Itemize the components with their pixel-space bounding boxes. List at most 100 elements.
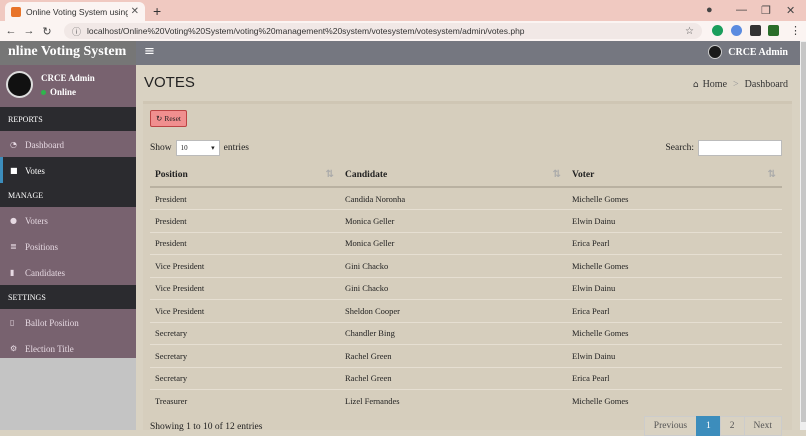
voter-cell: Michelle Gomes [567, 321, 782, 345]
tab-close-icon[interactable]: ✕ [131, 6, 139, 17]
url-text: localhost/Online%20Voting%20System/votin… [87, 26, 525, 36]
table-row: Secretary Chandler Bing Michelle Gomes [150, 321, 782, 345]
next-button[interactable]: Next [743, 416, 782, 436]
reload-icon[interactable]: ↻ [40, 25, 54, 38]
user-panel: CRCE Admin Online [0, 65, 136, 107]
pagination: Previous 1 2 Next [643, 416, 782, 436]
entries-length: Show 10 ▾ entries [150, 140, 249, 156]
sidebar-item-voters[interactable]: ● Voters [0, 207, 136, 233]
voter-cell: Erica Pearl [567, 231, 782, 255]
sidebar-item-candidates[interactable]: ▮ Candidates [0, 259, 136, 285]
page-2-button[interactable]: 2 [719, 416, 745, 436]
candidate-cell: Lizel Fernandes [340, 389, 567, 412]
column-voter[interactable]: Voter ⇅ [567, 163, 782, 188]
user-menu[interactable]: CRCE Admin [708, 45, 788, 59]
browser-toolbar: ← → ↻ ⓘ localhost/Online%20Voting%20Syst… [0, 21, 806, 41]
candidate-cell: Candida Noronha [340, 186, 567, 210]
scrollbar-thumb[interactable] [801, 42, 806, 422]
candidate-cell: Rachel Green [340, 344, 567, 367]
table-info: Showing 1 to 10 of 12 entries [150, 422, 263, 432]
user-card-icon: ▮ [10, 268, 15, 277]
voter-cell: Elwin Dainu [567, 276, 782, 300]
table-header-row: Position ⇅ Candidate ⇅ Voter ⇅ [150, 163, 782, 188]
new-tab-icon[interactable]: + [153, 3, 161, 19]
user-name: CRCE Admin [728, 46, 788, 58]
lock-icon: ■ [10, 166, 18, 175]
candidate-cell: Gini Chacko [340, 276, 567, 300]
breadcrumb-separator: > [733, 79, 739, 90]
table-row: President Candida Noronha Michelle Gomes [150, 186, 782, 210]
reset-button[interactable]: ↻ Reset [150, 110, 187, 127]
sort-icon: ⇅ [767, 169, 776, 180]
back-icon[interactable]: ← [4, 25, 18, 37]
breadcrumb-current: Dashboard [744, 79, 788, 90]
link-extension-icon[interactable] [731, 25, 742, 36]
browser-menu-icon[interactable]: ⋮ [790, 24, 801, 37]
sort-icon: ⇅ [325, 169, 334, 180]
section-manage: MANAGE [0, 183, 136, 207]
sidebar-toggle-icon[interactable]: ≡ [144, 44, 155, 59]
browser-tab[interactable]: Online Voting System using PHP ✕ [5, 2, 145, 21]
search-label: Search: [665, 143, 695, 153]
user-extension-icon[interactable] [768, 25, 779, 36]
candidate-cell: Monica Geller [340, 231, 567, 255]
voter-cell: Michelle Gomes [567, 389, 782, 412]
forward-icon[interactable]: → [22, 25, 36, 37]
refresh-icon: ↻ [156, 114, 163, 123]
position-cell: Secretary [150, 344, 340, 367]
section-settings: SETTINGS [0, 285, 136, 309]
voter-cell: Erica Pearl [567, 366, 782, 390]
restore-icon[interactable]: ❐ [761, 4, 771, 17]
bookmark-star-icon[interactable]: ☆ [685, 26, 694, 37]
sidebar-item-dashboard[interactable]: ◔ Dashboard [0, 131, 136, 157]
votes-box: ↻ Reset Show 10 ▾ entries Search: Position… [143, 101, 792, 436]
voter-cell: Elwin Dainu [567, 344, 782, 367]
profile-icon[interactable]: ● [706, 4, 713, 16]
voter-cell: Erica Pearl [567, 299, 782, 322]
section-reports: REPORTS [0, 107, 136, 131]
site-info-icon[interactable]: ⓘ [72, 25, 81, 38]
page-title: VOTES [144, 74, 195, 91]
column-candidate[interactable]: Candidate ⇅ [340, 163, 567, 188]
sidebar: CRCE Admin Online REPORTS ◔ Dashboard ■ Vo… [0, 65, 136, 430]
site-favicon-icon [11, 6, 21, 17]
voter-cell: Michelle Gomes [567, 254, 782, 277]
grammarly-extension-icon[interactable] [712, 25, 723, 36]
position-cell: Vice President [150, 276, 340, 300]
sidebar-item-votes[interactable]: ■ Votes [0, 157, 136, 183]
entries-select[interactable]: 10 ▾ [175, 140, 220, 156]
sidebar-item-positions[interactable]: ≣ Positions [0, 233, 136, 259]
app-header: nline Voting System ≡ CRCE Admin [0, 41, 806, 65]
position-cell: President [150, 186, 340, 210]
votes-table: Position ⇅ Candidate ⇅ Voter ⇅ President Can… [150, 163, 782, 412]
search-input[interactable] [698, 140, 782, 156]
page-1-button[interactable]: 1 [696, 416, 721, 436]
table-row: Treasurer Lizel Fernandes Michelle Gomes [150, 389, 782, 412]
home-icon[interactable]: ⌂ [693, 80, 699, 90]
candidate-cell: Sheldon Cooper [340, 299, 567, 322]
main-content: VOTES ⌂ Home > Dashboard ↻ Reset Show 10 ▾… [136, 65, 800, 436]
position-cell: President [150, 209, 340, 232]
previous-button[interactable]: Previous [643, 416, 698, 436]
position-cell: Vice President [150, 254, 340, 277]
minimize-icon[interactable]: — [736, 4, 747, 16]
avatar [708, 45, 723, 59]
entries-label: entries [223, 143, 249, 153]
breadcrumb: ⌂ Home > Dashboard [693, 79, 788, 90]
show-label: Show [150, 143, 172, 153]
candidate-cell: Rachel Green [340, 366, 567, 390]
voter-cell: Elwin Dainu [567, 209, 782, 232]
window-close-icon[interactable]: ✕ [786, 4, 795, 17]
online-dot-icon [41, 90, 46, 95]
voter-cell: Michelle Gomes [567, 186, 782, 210]
online-status: Online [41, 87, 76, 97]
brand-logo[interactable]: nline Voting System [0, 41, 136, 65]
column-position[interactable]: Position ⇅ [150, 163, 340, 188]
puzzle-extension-icon[interactable] [750, 25, 761, 36]
candidate-cell: Chandler Bing [340, 321, 567, 345]
address-bar[interactable]: ⓘ localhost/Online%20Voting%20System/vot… [64, 23, 702, 39]
sidebar-item-ballot-position[interactable]: ▯ Ballot Position [0, 309, 136, 335]
breadcrumb-home[interactable]: Home [703, 79, 727, 90]
browser-tabbar: Online Voting System using PHP ✕ + ● — ❐… [0, 0, 806, 21]
sidebar-user-name: CRCE Admin [41, 73, 95, 83]
